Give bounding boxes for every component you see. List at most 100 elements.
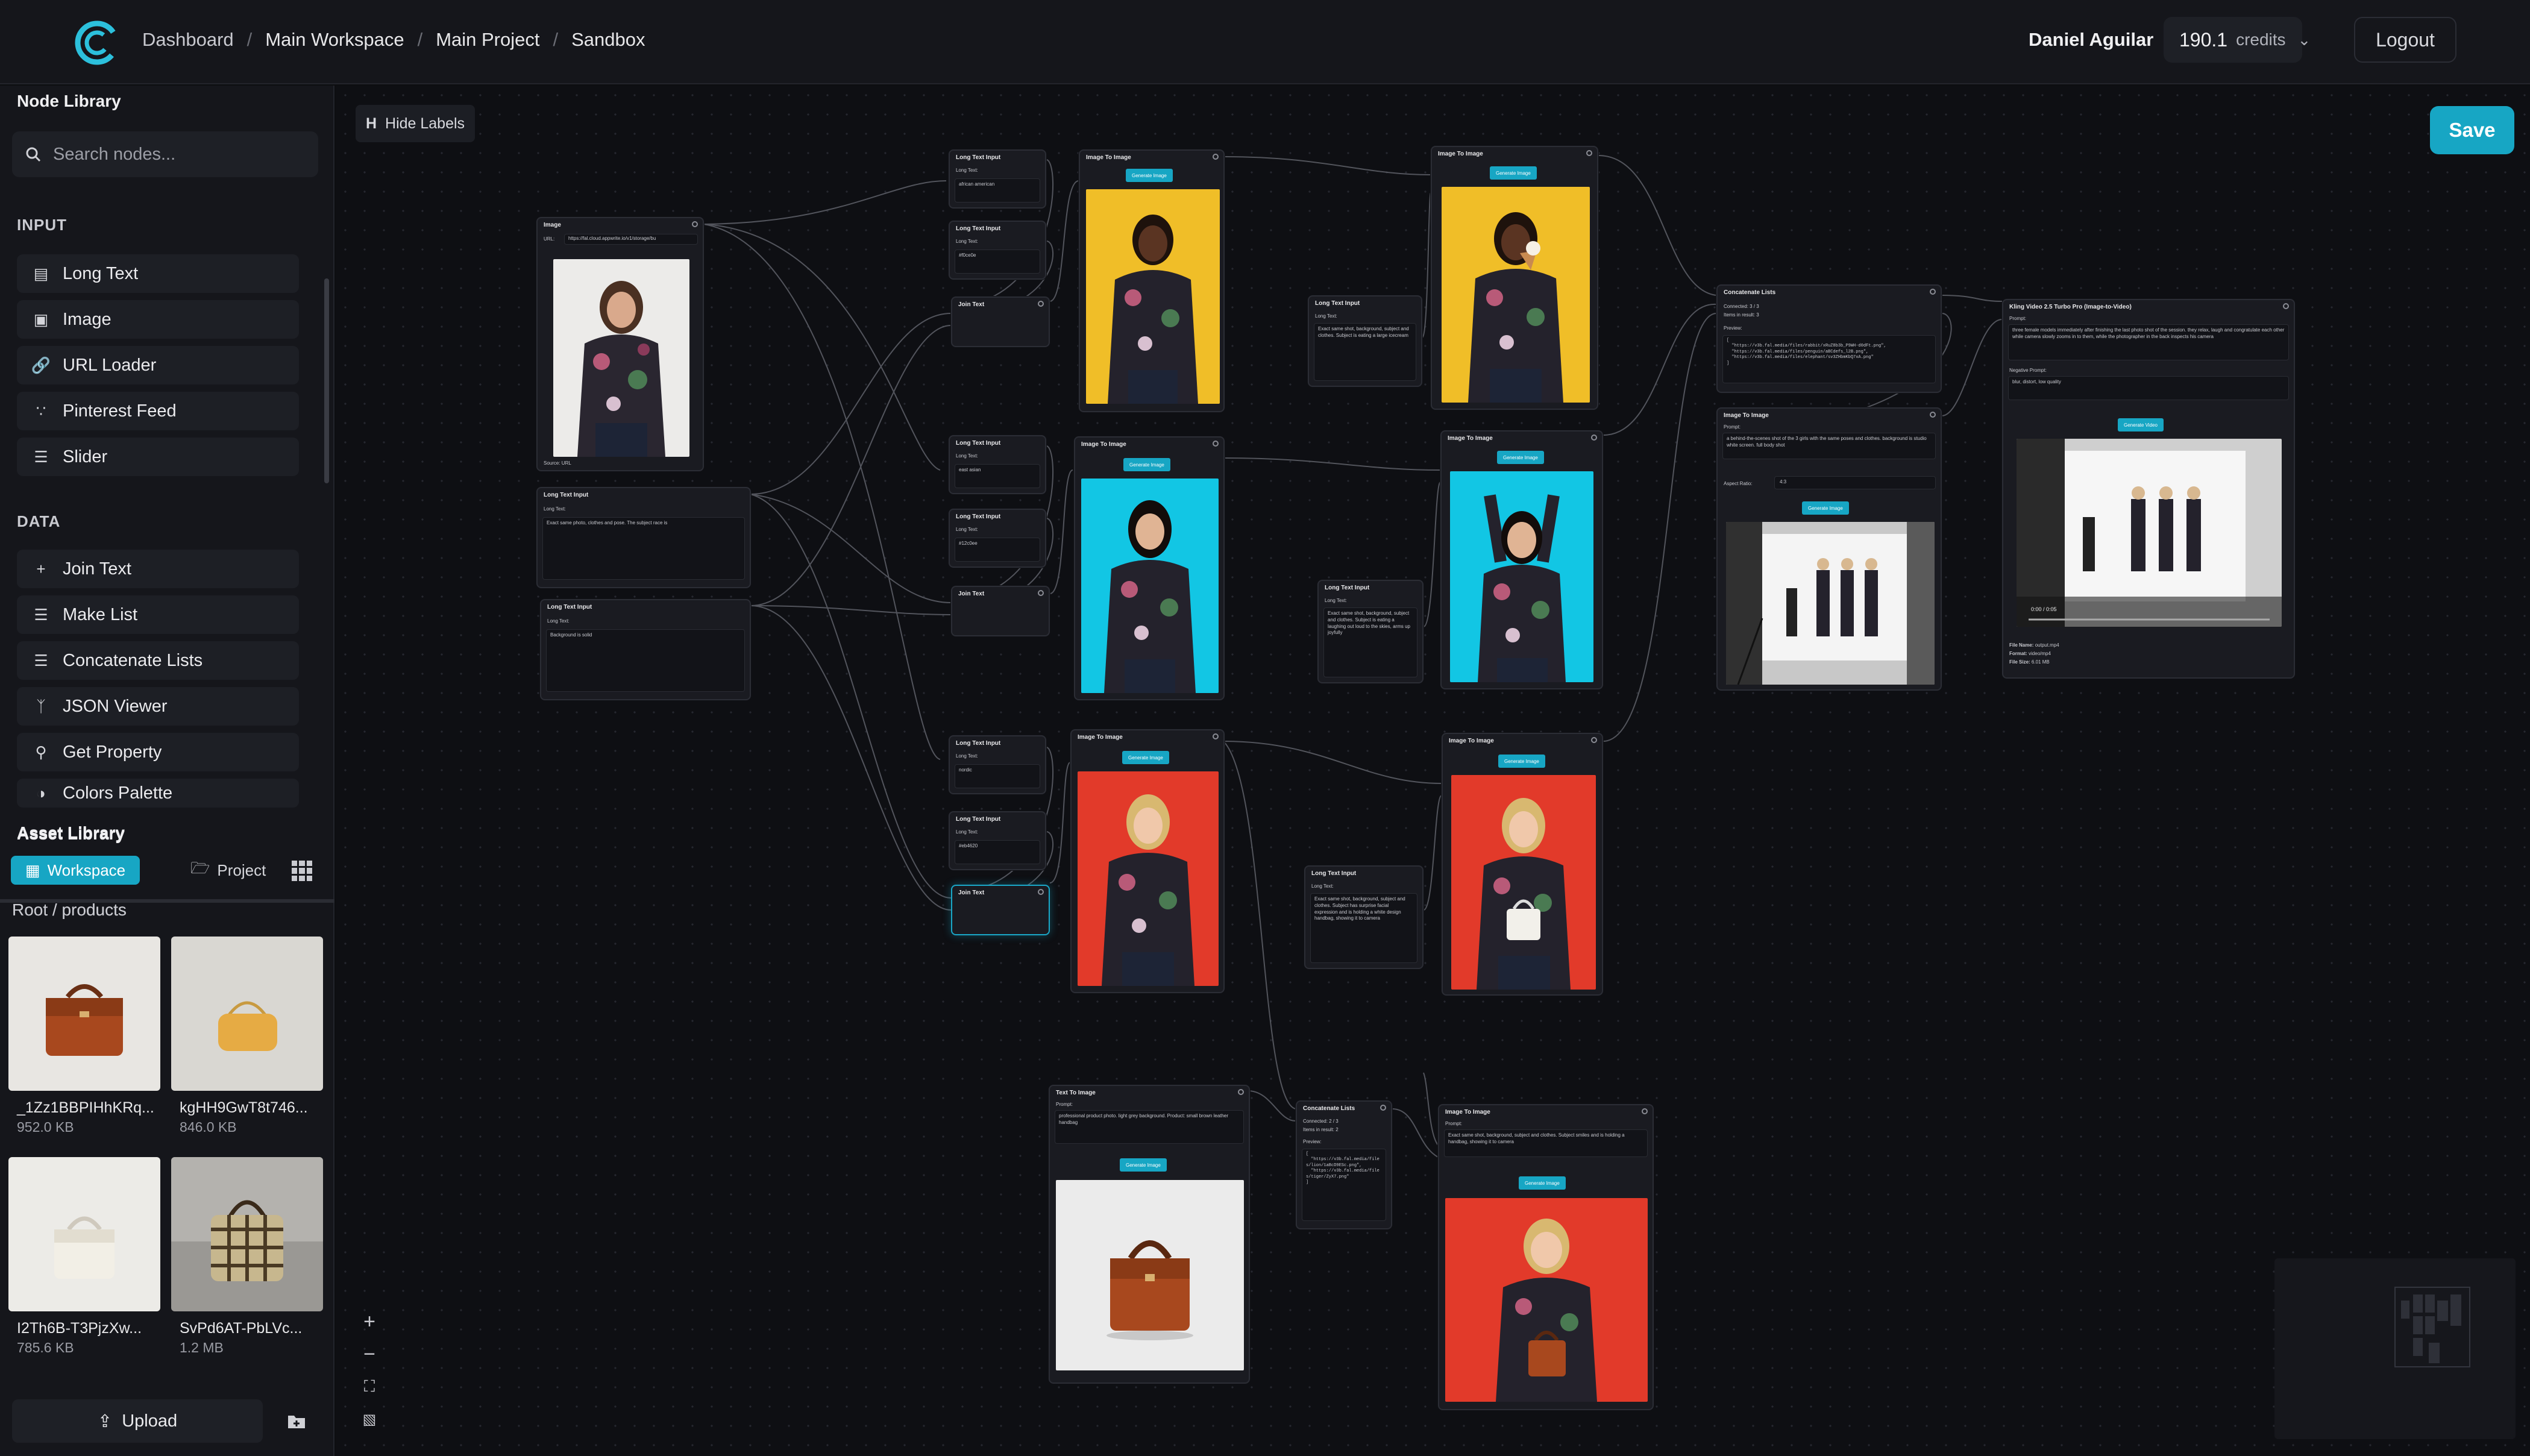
tab-project[interactable]: 🗁 Project	[176, 856, 280, 885]
lock-icon[interactable]: ▧	[354, 1405, 385, 1433]
generate-image-button[interactable]: Generate Image	[1802, 501, 1849, 515]
concatenate-lists-node[interactable]: Concatenate Lists Connected: 2 / 3 Items…	[1296, 1100, 1392, 1229]
gear-icon[interactable]	[1591, 737, 1597, 743]
generate-image-button[interactable]: Generate Image	[1490, 166, 1537, 180]
generate-image-button[interactable]: Generate Image	[1498, 755, 1545, 768]
gear-icon[interactable]	[1930, 289, 1936, 295]
image-to-image-node[interactable]: Image To Image Generate Image	[1070, 729, 1225, 993]
concatenate-lists-node[interactable]: Concatenate Lists Connected: 3 / 3 Items…	[1716, 284, 1942, 393]
aspect-select[interactable]: 4:3	[1774, 476, 1936, 489]
long-text-node[interactable]: Long Text Input Long Text: #12c0ee	[949, 509, 1046, 568]
prompt-field[interactable]: professional product photo. light grey b…	[1055, 1110, 1244, 1144]
library-item-json-viewer[interactable]: ᛉ JSON Viewer	[17, 687, 299, 726]
gear-icon[interactable]	[1038, 590, 1044, 596]
library-item-long-text[interactable]: ▤ Long Text	[17, 254, 299, 293]
long-text-field[interactable]: east asian	[955, 464, 1040, 488]
image-to-image-node[interactable]: Image To Image Generate Image	[1442, 733, 1603, 996]
long-text-field[interactable]: #eb4620	[955, 840, 1040, 864]
url-field[interactable]: https://fal.cloud.appwrite.io/v1/storage…	[564, 234, 698, 245]
image-to-image-node[interactable]: Image To Image Generate Image	[1079, 149, 1225, 412]
minimap[interactable]	[2274, 1258, 2516, 1439]
library-item-make-list[interactable]: ☰ Make List	[17, 595, 299, 634]
image-to-image-node[interactable]: Image To Image Prompt: a behind-the-scen…	[1716, 407, 1942, 691]
breadcrumb-project[interactable]: Main Project	[436, 29, 539, 51]
library-item-image[interactable]: ▣ Image	[17, 300, 299, 339]
long-text-node[interactable]: Long Text Input Long Text: african ameri…	[949, 149, 1046, 209]
long-text-field[interactable]: Exact same shot, background, subject and…	[1323, 607, 1417, 677]
hide-labels-button[interactable]: H Hide Labels	[356, 105, 475, 142]
prompt-field[interactable]: Exact same shot, background, subject and…	[1444, 1129, 1648, 1157]
new-folder-button[interactable]	[275, 1399, 318, 1443]
image-node[interactable]: Image URL: https://fal.cloud.appwrite.io…	[536, 217, 704, 471]
tab-workspace[interactable]: ▦ Workspace	[11, 856, 140, 885]
long-text-field[interactable]: nordic	[955, 764, 1040, 788]
long-text-node[interactable]: Long Text Input Long Text: Exact same sh…	[1304, 865, 1424, 969]
prompt-field[interactable]: a behind-the-scenes shot of the 3 girls …	[1722, 433, 1936, 459]
negative-prompt-field[interactable]: blur, distort, low quality	[2008, 376, 2289, 400]
library-item-join-text[interactable]: + Join Text	[17, 550, 299, 588]
breadcrumb-dashboard[interactable]: Dashboard	[142, 29, 234, 51]
video-player[interactable]: 0:00 / 0:05	[2017, 439, 2282, 627]
long-text-node[interactable]: Long Text Input Long Text: Background is…	[540, 599, 751, 700]
library-item-get-property[interactable]: ⚲ Get Property	[17, 733, 299, 771]
generate-image-button[interactable]: Generate Image	[1122, 751, 1169, 764]
gear-icon[interactable]	[1213, 441, 1219, 447]
asset-tile[interactable]: kgHH9GwT8t746... 846.0 KB	[171, 937, 323, 1135]
prompt-field[interactable]: three female models immediately after fi…	[2008, 324, 2289, 360]
library-item-slider[interactable]: ☰ Slider	[17, 438, 299, 476]
library-item-url-loader[interactable]: 🔗 URL Loader	[17, 346, 299, 384]
asset-tile[interactable]: _1Zz1BBPIHhKRq... 952.0 KB	[8, 937, 160, 1135]
generate-image-button[interactable]: Generate Image	[1497, 451, 1544, 464]
gear-icon[interactable]	[1038, 301, 1044, 307]
join-text-node[interactable]: Join Text	[951, 297, 1050, 347]
text-to-image-node[interactable]: Text To Image Prompt: professional produ…	[1049, 1085, 1250, 1384]
long-text-field[interactable]: #f0ce0e	[955, 249, 1040, 274]
image-to-image-node[interactable]: Image To Image Prompt: Exact same shot, …	[1438, 1104, 1654, 1410]
long-text-field[interactable]: Exact same photo, clothes and pose. The …	[542, 517, 745, 580]
long-text-node[interactable]: Long Text Input Long Text: nordic	[949, 735, 1046, 794]
gear-icon[interactable]	[1213, 733, 1219, 739]
long-text-node[interactable]: Long Text Input Long Text: #f0ce0e	[949, 221, 1046, 280]
video-node[interactable]: Kling Video 2.5 Turbo Pro (Image-to-Vide…	[2002, 299, 2295, 679]
gear-icon[interactable]	[1238, 1089, 1244, 1095]
long-text-field[interactable]: Background is solid	[546, 629, 745, 692]
long-text-node[interactable]: Long Text Input Long Text: Exact same ph…	[536, 487, 751, 588]
gear-icon[interactable]	[1380, 1105, 1386, 1111]
gear-icon[interactable]	[1213, 154, 1219, 160]
long-text-node[interactable]: Long Text Input Long Text: east asian	[949, 435, 1046, 494]
credits-dropdown[interactable]: 190.1 credits ⌄	[2164, 17, 2311, 63]
library-item-pinterest-feed[interactable]: ∵ Pinterest Feed	[17, 392, 299, 430]
sidebar-scrollbar[interactable]	[324, 278, 329, 483]
zoom-in-button[interactable]: +	[354, 1308, 385, 1335]
grid-view-icon[interactable]	[292, 861, 312, 881]
search-input[interactable]: Search nodes...	[12, 131, 318, 177]
long-text-node[interactable]: Long Text Input Long Text: Exact same sh…	[1317, 580, 1424, 683]
long-text-field[interactable]: african american	[955, 178, 1040, 202]
generate-image-button[interactable]: Generate Image	[1120, 1158, 1167, 1172]
library-item-concatenate-lists[interactable]: ☰ Concatenate Lists	[17, 641, 299, 680]
fit-view-button[interactable]: ⛶	[354, 1373, 385, 1401]
generate-image-button[interactable]: Generate Image	[1519, 1176, 1566, 1190]
gear-icon[interactable]	[1642, 1108, 1648, 1114]
image-to-image-node[interactable]: Image To Image Generate Image	[1074, 436, 1225, 700]
long-text-node[interactable]: Long Text Input Long Text: Exact same sh…	[1308, 295, 1422, 387]
asset-tile[interactable]: I2Th6B-T3PjzXw... 785.6 KB	[8, 1157, 160, 1356]
asset-tile[interactable]: SvPd6AT-PbLVc... 1.2 MB	[171, 1157, 323, 1356]
long-text-node[interactable]: Long Text Input Long Text: #eb4620	[949, 811, 1046, 870]
long-text-field[interactable]: #12c0ee	[955, 538, 1040, 562]
long-text-field[interactable]: Exact same shot, background, subject and…	[1310, 893, 1417, 963]
app-logo-icon[interactable]	[71, 17, 123, 69]
join-text-node[interactable]: Join Text	[951, 885, 1050, 935]
gear-icon[interactable]	[1930, 412, 1936, 418]
gear-icon[interactable]	[692, 221, 698, 227]
generate-image-button[interactable]: Generate Image	[1126, 169, 1173, 182]
long-text-field[interactable]: Exact same shot, background, subject and…	[1314, 323, 1416, 381]
library-item-colors-palette[interactable]: ◑ Colors Palette	[17, 779, 299, 808]
gear-icon[interactable]	[2283, 303, 2289, 309]
image-to-image-node[interactable]: Image To Image Generate Image	[1440, 430, 1603, 689]
save-button[interactable]: Save	[2430, 106, 2514, 154]
join-text-node[interactable]: Join Text	[951, 586, 1050, 636]
logout-button[interactable]: Logout	[2354, 17, 2456, 63]
image-to-image-node[interactable]: Image To Image Generate Image	[1431, 146, 1598, 410]
upload-button[interactable]: ⇪ Upload	[12, 1399, 263, 1443]
